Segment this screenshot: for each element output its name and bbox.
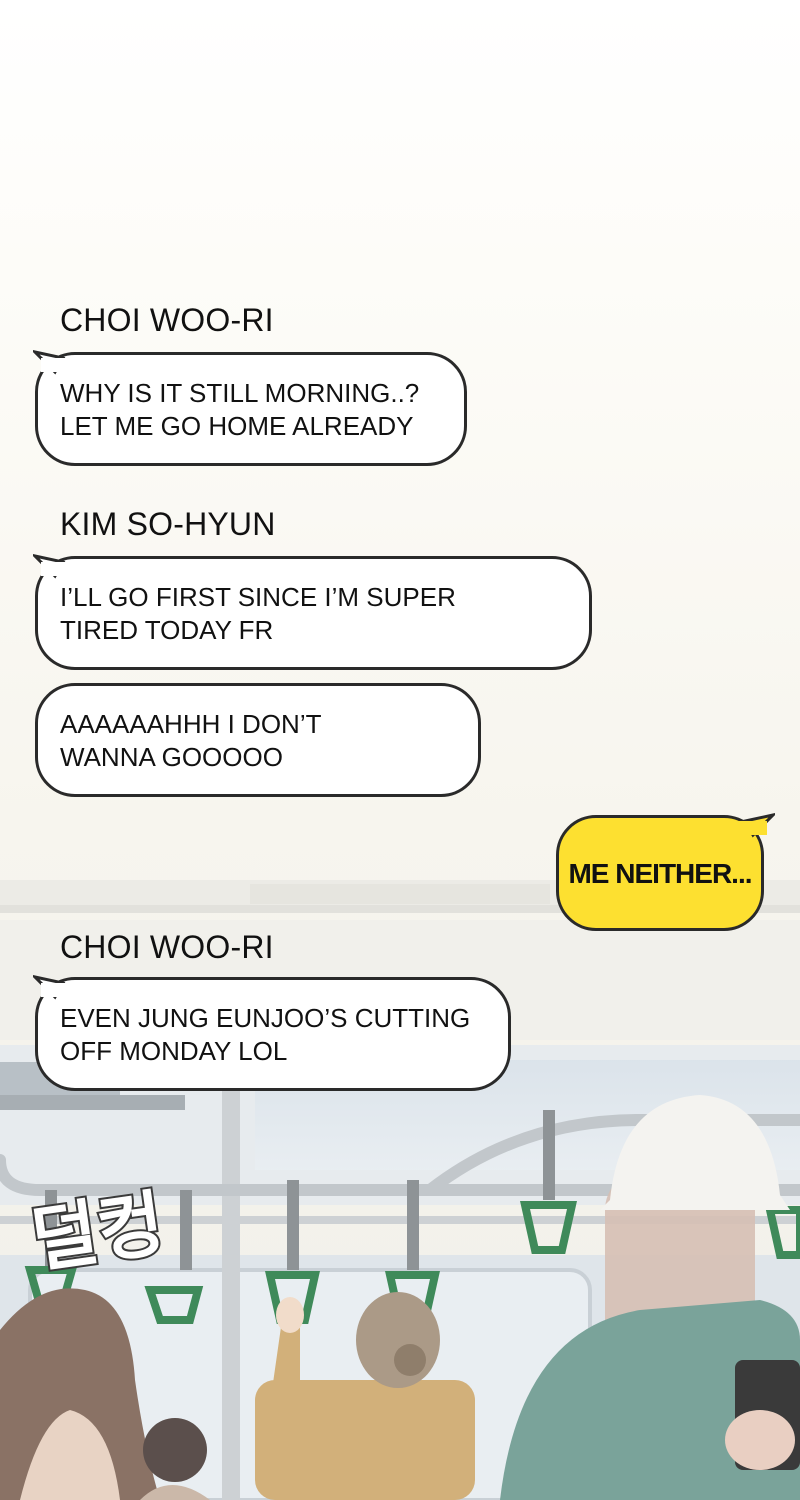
message-text-line: EVEN JUNG EUNJOO’S CUTTING [60, 1003, 471, 1033]
sender-name: KIM SO-HYUN [60, 506, 276, 542]
sender-name: CHOI WOO-RI [60, 302, 274, 338]
message-text-line: ME NEITHER... [568, 857, 752, 889]
my-chat-bubble: ME NEITHER... [556, 813, 775, 931]
message-text-line: LET ME GO HOME ALREADY [60, 411, 414, 441]
message-text-line: AAAAAAHHH I DON’T [60, 709, 322, 739]
chat-bubble: AAAAAAHHH I DON’T WANNA GOOOOO [35, 683, 481, 797]
chat-bubble: EVEN JUNG EUNJOO’S CUTTING OFF MONDAY LO… [33, 975, 511, 1091]
sender-name: CHOI WOO-RI [60, 929, 274, 965]
message-text-line: WANNA GOOOOO [60, 742, 283, 772]
message-text-line: WHY IS IT STILL MORNING..? [60, 378, 420, 408]
message-text-line: OFF MONDAY LOL [60, 1036, 288, 1066]
chat-bubble: WHY IS IT STILL MORNING..? LET ME GO HOM… [33, 350, 467, 466]
grab-pole [222, 1085, 240, 1500]
message-text-line: I’LL GO FIRST SINCE I’M SUPER [60, 582, 456, 612]
message-text-line: TIRED TODAY FR [60, 615, 274, 645]
chat-bubble: I’LL GO FIRST SINCE I’M SUPER TIRED TODA… [33, 554, 592, 670]
